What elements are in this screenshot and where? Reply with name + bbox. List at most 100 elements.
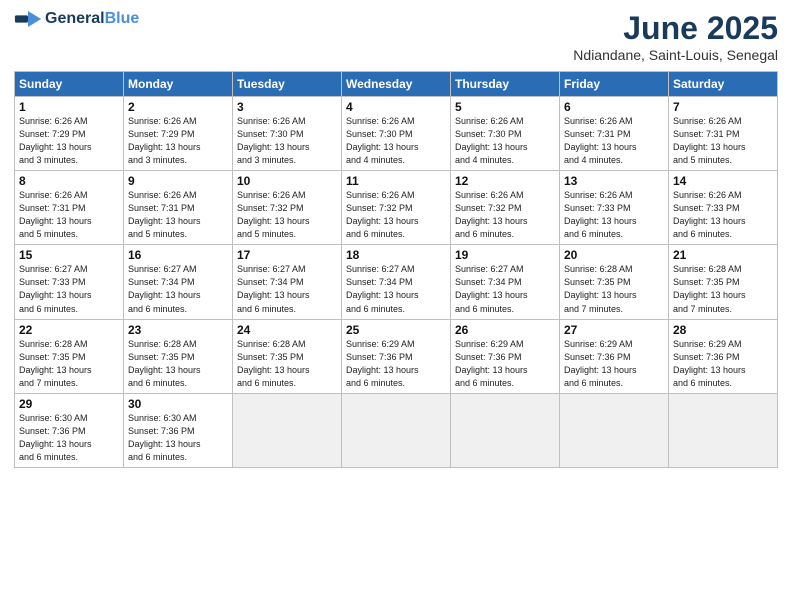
day-cell-12: 12 Sunrise: 6:26 AM Sunset: 7:32 PM Dayl…: [451, 171, 560, 245]
day-number: 21: [673, 248, 773, 262]
day-info: Sunrise: 6:26 AM Sunset: 7:33 PM Dayligh…: [564, 189, 664, 241]
week-row-3: 15 Sunrise: 6:27 AM Sunset: 7:33 PM Dayl…: [15, 245, 778, 319]
day-number: 28: [673, 323, 773, 337]
day-info: Sunrise: 6:29 AM Sunset: 7:36 PM Dayligh…: [346, 338, 446, 390]
day-info: Sunrise: 6:26 AM Sunset: 7:31 PM Dayligh…: [564, 115, 664, 167]
day-info: Sunrise: 6:26 AM Sunset: 7:32 PM Dayligh…: [455, 189, 555, 241]
weekday-header-tuesday: Tuesday: [233, 72, 342, 97]
day-cell-20: 20 Sunrise: 6:28 AM Sunset: 7:35 PM Dayl…: [560, 245, 669, 319]
day-info: Sunrise: 6:26 AM Sunset: 7:29 PM Dayligh…: [19, 115, 119, 167]
day-info: Sunrise: 6:30 AM Sunset: 7:36 PM Dayligh…: [19, 412, 119, 464]
day-cell-22: 22 Sunrise: 6:28 AM Sunset: 7:35 PM Dayl…: [15, 319, 124, 393]
weekday-header-saturday: Saturday: [669, 72, 778, 97]
empty-cell: [233, 393, 342, 467]
day-info: Sunrise: 6:29 AM Sunset: 7:36 PM Dayligh…: [564, 338, 664, 390]
day-info: Sunrise: 6:30 AM Sunset: 7:36 PM Dayligh…: [128, 412, 228, 464]
day-info: Sunrise: 6:28 AM Sunset: 7:35 PM Dayligh…: [673, 263, 773, 315]
day-cell-8: 8 Sunrise: 6:26 AM Sunset: 7:31 PM Dayli…: [15, 171, 124, 245]
day-info: Sunrise: 6:26 AM Sunset: 7:29 PM Dayligh…: [128, 115, 228, 167]
day-cell-13: 13 Sunrise: 6:26 AM Sunset: 7:33 PM Dayl…: [560, 171, 669, 245]
day-info: Sunrise: 6:27 AM Sunset: 7:34 PM Dayligh…: [455, 263, 555, 315]
day-info: Sunrise: 6:27 AM Sunset: 7:34 PM Dayligh…: [237, 263, 337, 315]
day-info: Sunrise: 6:26 AM Sunset: 7:30 PM Dayligh…: [237, 115, 337, 167]
day-number: 17: [237, 248, 337, 262]
weekday-header-thursday: Thursday: [451, 72, 560, 97]
calendar-table: SundayMondayTuesdayWednesdayThursdayFrid…: [14, 71, 778, 468]
day-info: Sunrise: 6:28 AM Sunset: 7:35 PM Dayligh…: [564, 263, 664, 315]
day-cell-28: 28 Sunrise: 6:29 AM Sunset: 7:36 PM Dayl…: [669, 319, 778, 393]
day-number: 26: [455, 323, 555, 337]
day-info: Sunrise: 6:27 AM Sunset: 7:33 PM Dayligh…: [19, 263, 119, 315]
day-info: Sunrise: 6:28 AM Sunset: 7:35 PM Dayligh…: [128, 338, 228, 390]
day-cell-15: 15 Sunrise: 6:27 AM Sunset: 7:33 PM Dayl…: [15, 245, 124, 319]
day-number: 27: [564, 323, 664, 337]
day-cell-19: 19 Sunrise: 6:27 AM Sunset: 7:34 PM Dayl…: [451, 245, 560, 319]
day-info: Sunrise: 6:26 AM Sunset: 7:30 PM Dayligh…: [455, 115, 555, 167]
empty-cell: [560, 393, 669, 467]
week-row-1: 1 Sunrise: 6:26 AM Sunset: 7:29 PM Dayli…: [15, 97, 778, 171]
day-number: 12: [455, 174, 555, 188]
day-number: 11: [346, 174, 446, 188]
day-number: 9: [128, 174, 228, 188]
logo-general: General: [45, 10, 105, 27]
day-number: 24: [237, 323, 337, 337]
weekday-header-friday: Friday: [560, 72, 669, 97]
day-number: 16: [128, 248, 228, 262]
day-cell-9: 9 Sunrise: 6:26 AM Sunset: 7:31 PM Dayli…: [124, 171, 233, 245]
day-number: 23: [128, 323, 228, 337]
day-number: 6: [564, 100, 664, 114]
day-cell-3: 3 Sunrise: 6:26 AM Sunset: 7:30 PM Dayli…: [233, 97, 342, 171]
day-number: 8: [19, 174, 119, 188]
day-info: Sunrise: 6:29 AM Sunset: 7:36 PM Dayligh…: [673, 338, 773, 390]
day-number: 15: [19, 248, 119, 262]
day-cell-1: 1 Sunrise: 6:26 AM Sunset: 7:29 PM Dayli…: [15, 97, 124, 171]
day-info: Sunrise: 6:27 AM Sunset: 7:34 PM Dayligh…: [128, 263, 228, 315]
day-number: 19: [455, 248, 555, 262]
page: GeneralBlue June 2025 Ndiandane, Saint-L…: [0, 0, 792, 612]
empty-cell: [669, 393, 778, 467]
day-cell-27: 27 Sunrise: 6:29 AM Sunset: 7:36 PM Dayl…: [560, 319, 669, 393]
day-info: Sunrise: 6:26 AM Sunset: 7:31 PM Dayligh…: [128, 189, 228, 241]
day-number: 25: [346, 323, 446, 337]
day-number: 2: [128, 100, 228, 114]
day-number: 5: [455, 100, 555, 114]
day-number: 3: [237, 100, 337, 114]
day-info: Sunrise: 6:26 AM Sunset: 7:32 PM Dayligh…: [237, 189, 337, 241]
calendar-subtitle: Ndiandane, Saint-Louis, Senegal: [573, 47, 778, 63]
week-row-2: 8 Sunrise: 6:26 AM Sunset: 7:31 PM Dayli…: [15, 171, 778, 245]
title-block: June 2025 Ndiandane, Saint-Louis, Senega…: [573, 10, 778, 63]
day-cell-6: 6 Sunrise: 6:26 AM Sunset: 7:31 PM Dayli…: [560, 97, 669, 171]
weekday-header-row: SundayMondayTuesdayWednesdayThursdayFrid…: [15, 72, 778, 97]
day-cell-18: 18 Sunrise: 6:27 AM Sunset: 7:34 PM Dayl…: [342, 245, 451, 319]
day-info: Sunrise: 6:26 AM Sunset: 7:31 PM Dayligh…: [673, 115, 773, 167]
day-info: Sunrise: 6:28 AM Sunset: 7:35 PM Dayligh…: [19, 338, 119, 390]
day-number: 14: [673, 174, 773, 188]
week-row-4: 22 Sunrise: 6:28 AM Sunset: 7:35 PM Dayl…: [15, 319, 778, 393]
day-cell-25: 25 Sunrise: 6:29 AM Sunset: 7:36 PM Dayl…: [342, 319, 451, 393]
day-cell-2: 2 Sunrise: 6:26 AM Sunset: 7:29 PM Dayli…: [124, 97, 233, 171]
logo-blue: Blue: [105, 10, 140, 27]
day-cell-29: 29 Sunrise: 6:30 AM Sunset: 7:36 PM Dayl…: [15, 393, 124, 467]
day-number: 29: [19, 397, 119, 411]
calendar-title: June 2025: [573, 10, 778, 47]
day-info: Sunrise: 6:26 AM Sunset: 7:30 PM Dayligh…: [346, 115, 446, 167]
day-number: 4: [346, 100, 446, 114]
day-cell-30: 30 Sunrise: 6:30 AM Sunset: 7:36 PM Dayl…: [124, 393, 233, 467]
day-cell-10: 10 Sunrise: 6:26 AM Sunset: 7:32 PM Dayl…: [233, 171, 342, 245]
logo-icon: [14, 11, 42, 27]
weekday-header-wednesday: Wednesday: [342, 72, 451, 97]
day-number: 13: [564, 174, 664, 188]
day-info: Sunrise: 6:26 AM Sunset: 7:31 PM Dayligh…: [19, 189, 119, 241]
day-number: 30: [128, 397, 228, 411]
day-cell-17: 17 Sunrise: 6:27 AM Sunset: 7:34 PM Dayl…: [233, 245, 342, 319]
day-number: 18: [346, 248, 446, 262]
day-info: Sunrise: 6:26 AM Sunset: 7:33 PM Dayligh…: [673, 189, 773, 241]
weekday-header-sunday: Sunday: [15, 72, 124, 97]
header: GeneralBlue June 2025 Ndiandane, Saint-L…: [14, 10, 778, 63]
day-cell-4: 4 Sunrise: 6:26 AM Sunset: 7:30 PM Dayli…: [342, 97, 451, 171]
day-number: 22: [19, 323, 119, 337]
day-cell-11: 11 Sunrise: 6:26 AM Sunset: 7:32 PM Dayl…: [342, 171, 451, 245]
day-info: Sunrise: 6:26 AM Sunset: 7:32 PM Dayligh…: [346, 189, 446, 241]
day-cell-16: 16 Sunrise: 6:27 AM Sunset: 7:34 PM Dayl…: [124, 245, 233, 319]
day-cell-26: 26 Sunrise: 6:29 AM Sunset: 7:36 PM Dayl…: [451, 319, 560, 393]
